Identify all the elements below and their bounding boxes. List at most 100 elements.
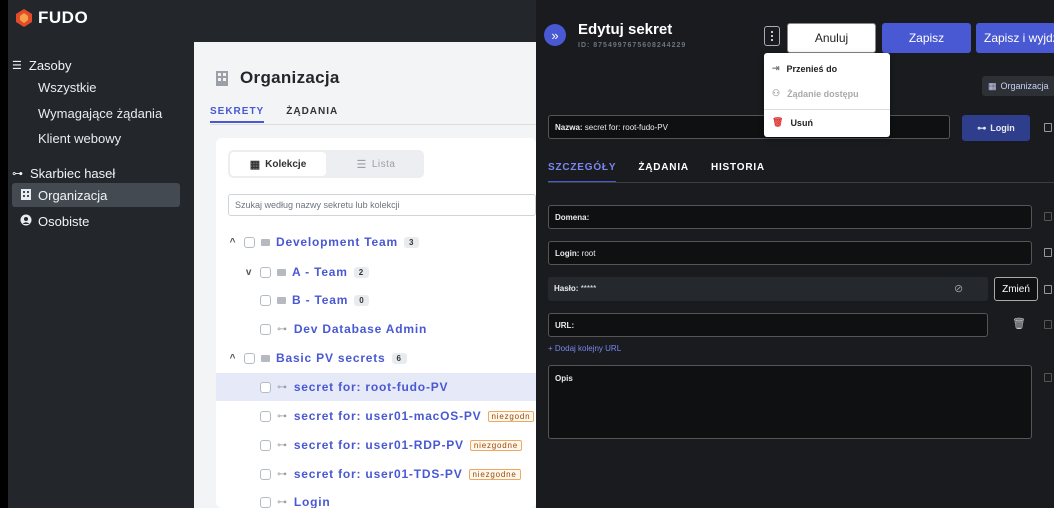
url-field[interactable]: URL: (548, 313, 988, 337)
name-value: secret for: root-fudo-PV (584, 123, 668, 132)
domain-field[interactable]: Domena: (548, 205, 1032, 229)
checkbox[interactable] (244, 352, 255, 364)
mismatch-badge: niezgodne (468, 468, 521, 480)
key-icon: ⊶ (977, 122, 987, 133)
list-icon: ☰ (356, 158, 367, 171)
change-password-button[interactable]: Zmień (994, 277, 1038, 301)
menu-item-access-request: ⚇ Żądanie dostępu (772, 88, 859, 99)
copy-icon[interactable] (1044, 248, 1052, 257)
menu-item-move-to[interactable]: ⇥ Przenieś do (772, 63, 837, 74)
main-content: Organizacja SEKRETY ŻĄDANIA ▦ Kolekcje ☰… (194, 0, 536, 508)
tree-row[interactable]: ^ Development Team 3 (228, 228, 419, 256)
nav-item-all[interactable]: Wszystkie (38, 80, 97, 95)
count-badge: 2 (353, 266, 369, 278)
collapse-drawer-button[interactable]: » (544, 24, 566, 46)
search-input[interactable]: Szukaj według nazwy sekretu lub kolekcji (228, 194, 536, 216)
fudo-logo[interactable]: FUDO (14, 8, 88, 28)
save-button[interactable]: Zapisz (882, 23, 971, 53)
key-icon: ⊶ (277, 468, 288, 480)
tree-row-label: Development Team (276, 235, 398, 249)
checkbox[interactable] (260, 323, 271, 335)
tab-secrets[interactable]: SEKRETY (210, 106, 265, 123)
copy-icon[interactable] (1044, 285, 1052, 294)
actions-menu: ⇥ Przenieś do ⚇ Żądanie dostępu 🗑 Usuń (764, 53, 890, 137)
checkbox[interactable] (260, 266, 271, 278)
folder-icon (277, 296, 286, 304)
checkbox[interactable] (260, 468, 271, 480)
key-icon: ⊶ (277, 439, 288, 451)
cancel-button[interactable]: Anuluj (787, 23, 876, 53)
login-button-label: Login (990, 123, 1015, 133)
tree-row[interactable]: v A - Team 2 (244, 258, 369, 286)
checkbox[interactable] (260, 410, 271, 422)
checkbox[interactable] (260, 294, 271, 306)
checkbox[interactable] (260, 381, 271, 393)
tree-row-label: secret for: user01-RDP-PV (293, 438, 464, 452)
chevron-down-icon[interactable]: v (244, 267, 254, 278)
nav-resources[interactable]: ☰ Zasoby (12, 58, 72, 73)
folder-icon (277, 268, 286, 276)
login-value: root (581, 249, 596, 258)
view-list-button[interactable]: ☰ Lista (328, 152, 424, 176)
trash-icon: 🗑 (772, 117, 784, 127)
nav-vault-label: Skarbiec haseł (30, 166, 116, 181)
folder-icon (261, 238, 270, 246)
login-label: Login: (555, 249, 580, 258)
list-icon: ☰ (12, 60, 22, 72)
menu-item-label: Usuń (790, 117, 813, 128)
checkbox[interactable] (260, 496, 271, 508)
main-tabs: SEKRETY ŻĄDANIA (210, 106, 338, 123)
more-actions-button[interactable] (764, 26, 780, 46)
save-and-exit-button[interactable]: Zapisz i wyjdź (976, 23, 1054, 53)
password-value: ***** (580, 284, 597, 293)
tab-requests[interactable]: ŻĄDANIA (286, 106, 338, 123)
organization-badge-label: Organizacja (1000, 81, 1049, 91)
tree-row[interactable]: ⊶ secret for: user01-TDS-PV niezgodne (260, 460, 521, 488)
view-collections-button[interactable]: ▦ Kolekcje (230, 152, 326, 176)
checkbox[interactable] (260, 439, 271, 451)
double-chevron-right-icon: » (551, 27, 559, 43)
login-field[interactable]: Login: root (548, 241, 1032, 265)
mismatch-badge: niezgodne (469, 439, 522, 451)
tree-row[interactable]: ⊶ secret for: root-fudo-PV (216, 373, 536, 401)
tree-row[interactable]: B - Team 0 (260, 286, 370, 314)
tab-details[interactable]: SZCZEGÓŁY (548, 162, 617, 183)
tree-row-label: secret for: user01-macOS-PV (293, 409, 482, 423)
tree-row-label: Dev Database Admin (293, 322, 428, 336)
count-badge: 6 (391, 352, 407, 364)
kebab-dot (771, 35, 773, 37)
nav-password-vault[interactable]: ⊶ Skarbiec haseł (12, 166, 115, 181)
eye-slash-icon[interactable]: ⊘ (954, 282, 963, 295)
copy-icon[interactable] (1044, 123, 1052, 132)
key-icon: ⊶ (277, 381, 288, 393)
password-field[interactable]: Hasło: ***** (548, 277, 988, 301)
nav-item-requiring-requests[interactable]: Wymagające żądania (38, 106, 162, 121)
fudo-logo-icon (16, 9, 32, 27)
tree-row[interactable]: ^ Basic PV secrets 6 (228, 344, 407, 372)
grid-icon: ▦ (249, 158, 261, 171)
tree-row[interactable]: ⊶ secret for: user01-RDP-PV niezgodne (260, 431, 522, 459)
description-field[interactable]: Opis (548, 365, 1032, 439)
password-label: Hasło: (554, 284, 579, 293)
checkbox[interactable] (244, 236, 255, 248)
login-button[interactable]: ⊶ Login (962, 115, 1030, 141)
tab-history[interactable]: HISTORIA (711, 162, 765, 183)
domain-label: Domena: (555, 213, 590, 222)
nav-item-personal[interactable]: Osobiste (12, 209, 180, 233)
tree-row[interactable]: ⊶ Dev Database Admin (260, 315, 427, 343)
trash-icon[interactable]: 🗑 (1012, 317, 1026, 330)
building-icon: ▦ (988, 80, 997, 91)
chevron-up-icon[interactable]: ^ (228, 353, 238, 364)
tree-row[interactable]: ⊶ Login (260, 488, 330, 508)
add-url-link[interactable]: + Dodaj kolejny URL (548, 344, 621, 353)
chevron-up-icon[interactable]: ^ (228, 237, 238, 248)
tree-row[interactable]: ⊶ secret for: user01-macOS-PV niezgodn (260, 402, 535, 430)
nav-item-web-client[interactable]: Klient webowy (38, 131, 121, 146)
nav-item-organization[interactable]: Organizacja (12, 183, 180, 207)
tree-row-label: Login (293, 495, 331, 508)
view-toggle: ▦ Kolekcje ☰ Lista (228, 150, 424, 178)
menu-item-delete[interactable]: 🗑 Usuń (772, 117, 813, 128)
tab-requests[interactable]: ŻĄDANIA (638, 162, 689, 183)
nav-item-personal-label: Osobiste (38, 213, 90, 229)
top-bar (194, 0, 536, 42)
